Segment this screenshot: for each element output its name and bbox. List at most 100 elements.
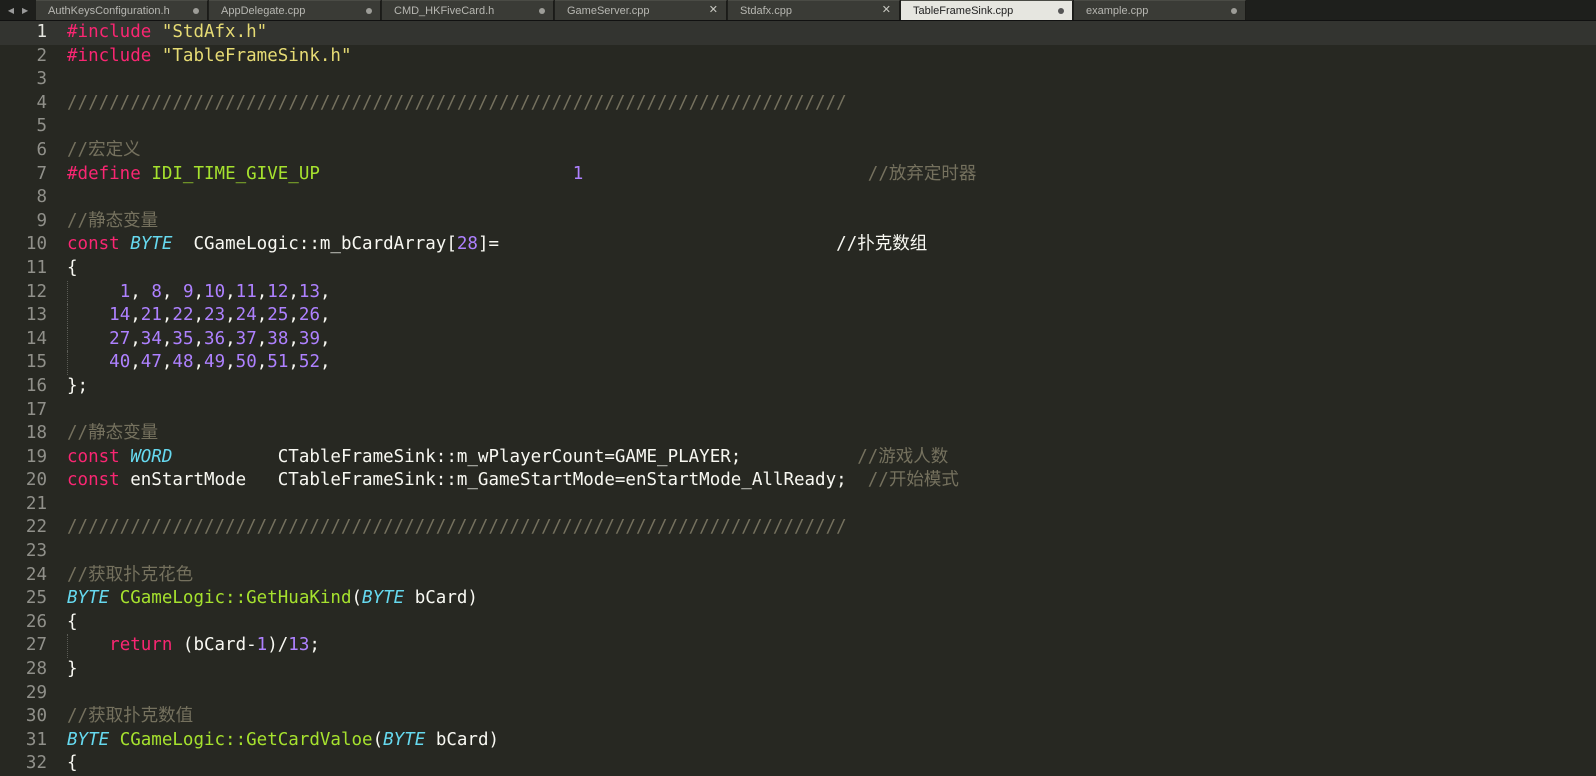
code-line[interactable]: 28} bbox=[0, 658, 1596, 682]
line-number: 13 bbox=[25, 305, 47, 326]
chevron-left-icon[interactable]: ◀ bbox=[8, 6, 14, 15]
close-icon[interactable]: ✕ bbox=[709, 5, 718, 16]
line-number: 3 bbox=[36, 69, 47, 90]
line-number: 10 bbox=[25, 234, 47, 255]
code-line[interactable]: 7 #define IDI_TIME_GIVE_UP 1 //放弃定时器 bbox=[0, 163, 1596, 187]
line-number: 1 bbox=[36, 22, 47, 42]
line-number: 12 bbox=[25, 281, 47, 302]
code-text: BYTE CGameLogic::GetCardValoe(BYTE bCard… bbox=[67, 729, 500, 750]
code-editor[interactable]: 1 #include "StdAfx.h" 2 #include "TableFram… bbox=[0, 21, 1596, 775]
code-line[interactable]: 26 { bbox=[0, 611, 1596, 635]
tab-authkeysconfiguration-h[interactable]: AuthKeysConfiguration.h bbox=[36, 0, 208, 20]
code-line[interactable]: 31 BYTE CGameLogic::GetCardValoe(BYTE bCa… bbox=[0, 729, 1596, 753]
code-line[interactable]: 1 #include "StdAfx.h" bbox=[0, 21, 1596, 45]
indent-guide bbox=[67, 351, 68, 375]
code-line[interactable]: 12 1, 8, 9,10,11,12,13, bbox=[0, 280, 1596, 305]
code-line[interactable]: 3 bbox=[0, 68, 1596, 92]
modified-dot-icon[interactable] bbox=[366, 7, 372, 14]
code-text: return (bCard-1)/13; bbox=[109, 635, 320, 656]
modified-dot-icon[interactable] bbox=[1058, 7, 1064, 14]
code-line[interactable]: 17 bbox=[0, 399, 1596, 423]
code-line[interactable]: 22 //////////////////////////////////////… bbox=[0, 516, 1596, 540]
indent-guide bbox=[67, 304, 68, 328]
code-text: //静态变量 bbox=[67, 210, 159, 231]
line-number: 8 bbox=[36, 187, 47, 208]
line-number: 25 bbox=[25, 588, 47, 609]
code-line[interactable]: 8 bbox=[0, 186, 1596, 210]
code-text: #define IDI_TIME_GIVE_UP 1 //放弃定时器 bbox=[67, 163, 977, 184]
line-number: 15 bbox=[25, 352, 47, 373]
code-line[interactable]: 16}; bbox=[0, 375, 1596, 399]
tab-label: CMD_HKFiveCard.h bbox=[394, 4, 495, 17]
line-number: 16 bbox=[25, 375, 47, 396]
tab-gameserver-cpp[interactable]: GameServer.cpp ✕ bbox=[555, 0, 727, 20]
code-text: ////////////////////////////////////////… bbox=[67, 92, 847, 113]
line-number: 31 bbox=[25, 729, 47, 750]
line-number: 22 bbox=[25, 517, 47, 538]
line-number: 9 bbox=[36, 210, 47, 231]
code-line[interactable]: 14 27,34,35,36,37,38,39, bbox=[0, 327, 1596, 352]
code-line[interactable]: 6 //宏定义 bbox=[0, 139, 1596, 163]
tab-label: GameServer.cpp bbox=[567, 4, 650, 17]
line-number: 30 bbox=[25, 706, 47, 727]
code-text: { bbox=[67, 611, 78, 632]
code-line[interactable]: 15 40,47,48,49,50,51,52, bbox=[0, 351, 1596, 375]
tab-stdafx-cpp[interactable]: Stdafx.cpp ✕ bbox=[728, 0, 900, 20]
code-text: 27,34,35,36,37,38,39, bbox=[109, 328, 331, 349]
code-line[interactable]: 29 bbox=[0, 682, 1596, 706]
code-line[interactable]: 24 //获取扑克花色 bbox=[0, 564, 1596, 588]
code-line[interactable]: 23 bbox=[0, 540, 1596, 564]
code-line[interactable]: 2 #include "TableFrameSink.h" bbox=[0, 45, 1596, 69]
code-text: 40,47,48,49,50,51,52, bbox=[109, 352, 331, 373]
indent-guide bbox=[67, 280, 68, 305]
code-line[interactable]: 11 { bbox=[0, 257, 1596, 281]
line-number: 17 bbox=[25, 399, 47, 420]
code-line[interactable]: 18 //静态变量 bbox=[0, 422, 1596, 446]
line-number: 19 bbox=[25, 446, 47, 467]
close-icon[interactable]: ✕ bbox=[882, 5, 891, 16]
line-number: 20 bbox=[25, 470, 47, 491]
code-line[interactable]: 25 BYTE CGameLogic::GetHuaKind(BYTE bCard… bbox=[0, 587, 1596, 611]
code-text: #include "TableFrameSink.h" bbox=[67, 45, 352, 66]
code-text: ////////////////////////////////////////… bbox=[67, 517, 847, 538]
code-text: const WORD CTableFrameSink::m_wPlayerCou… bbox=[67, 446, 949, 467]
line-number: 23 bbox=[25, 541, 47, 562]
code-line[interactable]: 32 { bbox=[0, 752, 1596, 776]
tab-label: Stdafx.cpp bbox=[740, 4, 792, 17]
code-line[interactable]: 20 const enStartMode CTableFrameSink::m_G… bbox=[0, 469, 1596, 493]
code-line[interactable]: 10 const BYTE CGameLogic::m_bCardArray[28… bbox=[0, 233, 1596, 257]
line-number: 11 bbox=[25, 257, 47, 278]
code-line[interactable]: 21 bbox=[0, 493, 1596, 517]
code-text: { bbox=[67, 753, 78, 774]
modified-dot-icon[interactable] bbox=[539, 7, 545, 14]
code-line[interactable]: 5 bbox=[0, 115, 1596, 139]
modified-dot-icon[interactable] bbox=[1231, 7, 1237, 14]
code-line[interactable]: 13 14,21,22,23,24,25,26, bbox=[0, 304, 1596, 328]
code-text: 1, 8, 9,10,11,12,13, bbox=[119, 281, 331, 302]
code-line[interactable]: 27 return (bCard-1)/13; bbox=[0, 634, 1596, 659]
chevron-right-icon[interactable]: ▶ bbox=[22, 6, 28, 15]
line-number: 24 bbox=[25, 564, 47, 585]
code-text: //宏定义 bbox=[67, 139, 141, 160]
code-text: //静态变量 bbox=[67, 423, 159, 444]
line-number: 32 bbox=[25, 753, 47, 774]
indent-guide bbox=[67, 634, 68, 659]
code-text: const BYTE CGameLogic::m_bCardArray[28]=… bbox=[67, 234, 928, 255]
tab-example-cpp[interactable]: example.cpp bbox=[1074, 0, 1246, 20]
code-line[interactable]: 30 //获取扑克数值 bbox=[0, 705, 1596, 729]
modified-dot-icon[interactable] bbox=[193, 7, 199, 14]
code-line[interactable]: 19 const WORD CTableFrameSink::m_wPlayerC… bbox=[0, 446, 1596, 470]
tab-appdelegate-cpp[interactable]: AppDelegate.cpp bbox=[209, 0, 381, 20]
tab-cmd-hkfivecard-h[interactable]: CMD_HKFiveCard.h bbox=[382, 0, 554, 20]
code-line[interactable]: 4 ///////////////////////////////////////… bbox=[0, 92, 1596, 116]
line-number: 21 bbox=[25, 493, 47, 514]
code-text: const enStartMode CTableFrameSink::m_Gam… bbox=[67, 470, 959, 491]
tab-label: AppDelegate.cpp bbox=[221, 4, 306, 17]
code-text: //获取扑克花色 bbox=[67, 564, 194, 585]
tab-label: example.cpp bbox=[1086, 4, 1149, 17]
line-number: 18 bbox=[25, 423, 47, 444]
line-number: 26 bbox=[25, 611, 47, 632]
code-line[interactable]: 9 //静态变量 bbox=[0, 210, 1596, 234]
tab-tableframesink-cpp[interactable]: TableFrameSink.cpp bbox=[901, 0, 1073, 20]
line-number: 6 bbox=[36, 139, 47, 160]
